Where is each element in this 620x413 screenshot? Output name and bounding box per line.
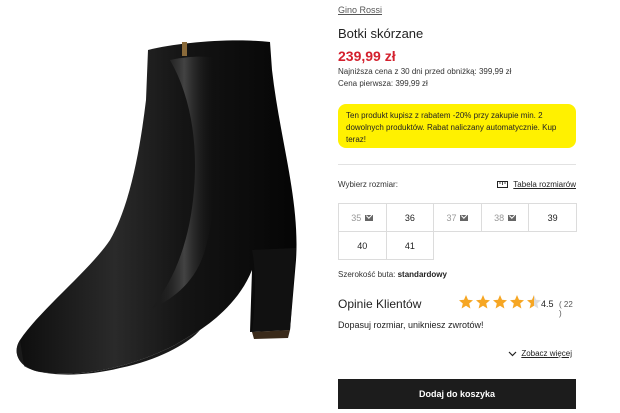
promo-text: Ten produkt kupisz z rabatem -20% przy z… (346, 111, 557, 144)
add-to-cart-button[interactable]: Dodaj do koszyka (338, 379, 576, 409)
rating-count: ( 22 ) (559, 300, 573, 318)
boot-image (16, 40, 297, 375)
rating-value: 4.5 (541, 299, 554, 309)
star-icon (510, 295, 524, 309)
reviews-title: Opinie Klientów (338, 297, 422, 311)
promo-banner[interactable]: Ten produkt kupisz z rabatem -20% przy z… (338, 104, 576, 148)
notify-mail-icon (508, 214, 517, 221)
size-option-36[interactable]: 36 (385, 203, 435, 232)
notify-mail-icon (365, 214, 374, 221)
star-icon (527, 295, 541, 309)
star-icon (476, 295, 490, 309)
chevron-down-icon (508, 351, 517, 356)
product-price: 239,99 zł (338, 48, 396, 64)
lowest-price-note: Najniższa cena z 30 dni przed obniżką: 3… (338, 67, 512, 76)
product-image[interactable] (0, 0, 318, 413)
rating-stars[interactable] (458, 294, 542, 310)
size-option-label: 41 (404, 240, 415, 251)
review-promo-text: Dopasuj rozmiar, unikniesz zwrotów! (338, 320, 484, 330)
product-title: Botki skórzane (338, 26, 424, 41)
ruler-icon (497, 181, 509, 188)
notify-mail-icon (460, 214, 469, 221)
size-table-label: Tabela rozmiarów (513, 180, 576, 189)
size-grid: 35 36 37 38 39 40 41 (338, 203, 577, 260)
size-option-label: 40 (357, 240, 368, 251)
star-icon (459, 295, 473, 309)
size-option-41[interactable]: 41 (385, 231, 435, 260)
first-price-note: Cena pierwsza: 399,99 zł (338, 79, 428, 88)
size-option-label: 38 (494, 212, 505, 223)
size-option-38[interactable]: 38 (480, 203, 530, 232)
see-more-link[interactable]: Zobacz więcej (508, 349, 572, 358)
size-option-39[interactable]: 39 (528, 203, 577, 232)
size-option-label: 35 (351, 212, 362, 223)
star-icon (493, 295, 507, 309)
size-option-40[interactable]: 40 (338, 231, 387, 260)
size-option-35[interactable]: 35 (338, 203, 387, 232)
product-info: Gino Rossi Botki skórzane 239,99 zł Najn… (338, 0, 577, 413)
shoe-width-value: standardowy (397, 270, 447, 279)
brand-link[interactable]: Gino Rossi (338, 5, 382, 15)
size-label: Wybierz rozmiar: (338, 180, 398, 189)
see-more-label: Zobacz więcej (521, 349, 572, 358)
size-table-link[interactable]: Tabela rozmiarów (497, 180, 576, 189)
shoe-width: Szerokość buta: standardowy (338, 270, 447, 279)
divider (338, 164, 576, 165)
size-option-label: 37 (446, 212, 457, 223)
size-option-37[interactable]: 37 (433, 203, 482, 232)
shoe-width-label: Szerokość buta: (338, 270, 396, 279)
size-option-label: 39 (547, 212, 558, 223)
size-option-label: 36 (404, 212, 415, 223)
